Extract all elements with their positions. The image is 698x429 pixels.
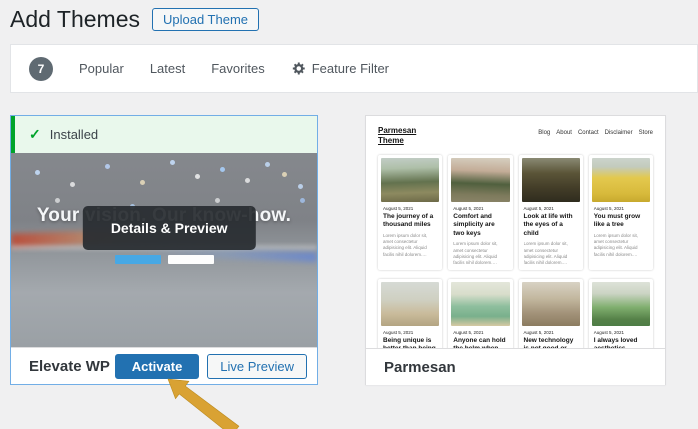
post-card: August 5, 2021 I always loved aesthetics…	[588, 278, 653, 349]
post-title: Anyone can hold the helm when the sea is…	[453, 336, 506, 349]
nav-contact: Contact	[577, 130, 599, 136]
parmesan-site-title: Parmesan Theme	[378, 126, 417, 145]
filter-bar: 7 Popular Latest Favorites Feature Filte…	[10, 44, 698, 93]
city-lights-decor	[11, 153, 14, 156]
post-thumbnail-painting	[381, 281, 440, 326]
post-card: August 5, 2021 The journey of a thousand…	[378, 155, 443, 270]
details-preview-button[interactable]: Details & Preview	[82, 206, 256, 250]
feature-filter-toggle[interactable]: Feature Filter	[291, 61, 389, 76]
post-thumbnail-painting	[591, 281, 650, 326]
post-date: August 5, 2021	[523, 206, 554, 211]
elevate-actions: Activate Live Preview	[114, 353, 307, 379]
post-thumbnail-painting	[451, 281, 510, 326]
check-icon: ✓	[29, 126, 41, 142]
post-thumbnail-painting	[521, 281, 580, 326]
add-themes-screen: Add Themes Upload Theme 7 Popular Latest…	[0, 0, 698, 429]
nav-about: About	[556, 130, 572, 136]
live-preview-button[interactable]: Live Preview	[207, 353, 307, 379]
filter-link-favorites[interactable]: Favorites	[211, 61, 264, 76]
post-date: August 5, 2021	[453, 206, 484, 211]
parmesan-site-nav: Blog About Contact Disclaimer Store	[538, 130, 653, 136]
upload-theme-button[interactable]: Upload Theme	[151, 7, 260, 31]
post-thumbnail-painting	[521, 158, 580, 202]
theme-hero-buttons	[11, 255, 317, 264]
theme-screenshot-elevate[interactable]: Your vision. Our know-how. Details & Pre…	[11, 153, 317, 347]
filter-link-popular[interactable]: Popular	[79, 61, 124, 76]
gear-icon	[292, 62, 305, 75]
nav-blog: Blog	[538, 130, 551, 136]
post-card: August 5, 2021 Being unique is better th…	[378, 278, 443, 349]
post-excerpt: Lorem ipsum dolor sit, amet consectetur …	[593, 232, 639, 257]
theme-name-elevate: Elevate WP	[29, 357, 110, 375]
post-card: August 5, 2021 Comfort and simplicity ar…	[448, 155, 513, 270]
post-date: August 5, 2021	[383, 206, 414, 211]
page-header: Add Themes Upload Theme	[10, 4, 260, 34]
post-title: Comfort and simplicity are two keys	[453, 213, 495, 237]
theme-screenshot-parmesan[interactable]: Parmesan Theme Blog About Contact Discla…	[366, 116, 665, 348]
installed-label: Installed	[49, 127, 99, 142]
activate-button[interactable]: Activate	[114, 353, 200, 379]
nav-store: Store	[638, 130, 653, 136]
post-title: You must grow like a tree	[593, 213, 641, 229]
post-excerpt: Lorem ipsum dolor sit, amet consectetur …	[453, 241, 498, 266]
post-card: August 5, 2021 Look at life with the eye…	[518, 155, 583, 270]
parmesan-card-footer: Parmesan	[366, 348, 665, 385]
hero-cta-white	[167, 255, 214, 264]
post-thumbnail-painting	[591, 158, 650, 202]
post-date: August 5, 2021	[383, 329, 414, 335]
theme-card-parmesan[interactable]: Parmesan Theme Blog About Contact Discla…	[365, 115, 666, 385]
post-title: Look at life with the eyes of a child	[523, 213, 573, 237]
elevate-card-footer: Elevate WP Activate Live Preview	[11, 347, 317, 384]
post-thumbnail-painting	[451, 158, 510, 202]
feature-filter-label: Feature Filter	[311, 61, 390, 76]
parmesan-site-header: Parmesan Theme Blog About Contact Discla…	[378, 126, 653, 146]
post-date: August 5, 2021	[523, 329, 554, 335]
post-title: New technology is not good or evil in an…	[523, 336, 574, 349]
post-date: August 5, 2021	[593, 329, 625, 335]
post-date: August 5, 2021	[593, 206, 625, 211]
post-thumbnail-painting	[381, 158, 440, 202]
installed-notice: ✓ Installed	[11, 116, 317, 153]
post-title: The journey of a thousand miles	[383, 213, 434, 229]
theme-name-parmesan: Parmesan	[384, 358, 456, 376]
theme-count-badge: 7	[29, 56, 53, 81]
nav-disclaimer: Disclaimer	[604, 130, 633, 136]
filter-link-latest[interactable]: Latest	[150, 61, 185, 76]
hero-cta-blue	[114, 255, 161, 264]
post-excerpt: Lorem ipsum dolor sit, amet consectetur …	[383, 232, 428, 257]
page-title: Add Themes	[10, 6, 140, 32]
post-title: I always loved aesthetics	[593, 336, 638, 349]
post-card: August 5, 2021 You must grow like a tree…	[588, 155, 653, 270]
post-date: August 5, 2021	[453, 329, 484, 335]
post-card: August 5, 2021 New technology is not goo…	[518, 278, 583, 349]
post-title: Being unique is better than being perfec…	[383, 336, 436, 349]
theme-card-elevate-wp[interactable]: ✓ Installed Your vision. Our know-how. D…	[10, 115, 318, 385]
post-card: August 5, 2021 Anyone can hold the helm …	[448, 278, 513, 349]
parmesan-posts-grid: August 5, 2021 The journey of a thousand…	[378, 155, 653, 348]
post-excerpt: Lorem ipsum dolor sit, amet consectetur …	[523, 241, 568, 266]
